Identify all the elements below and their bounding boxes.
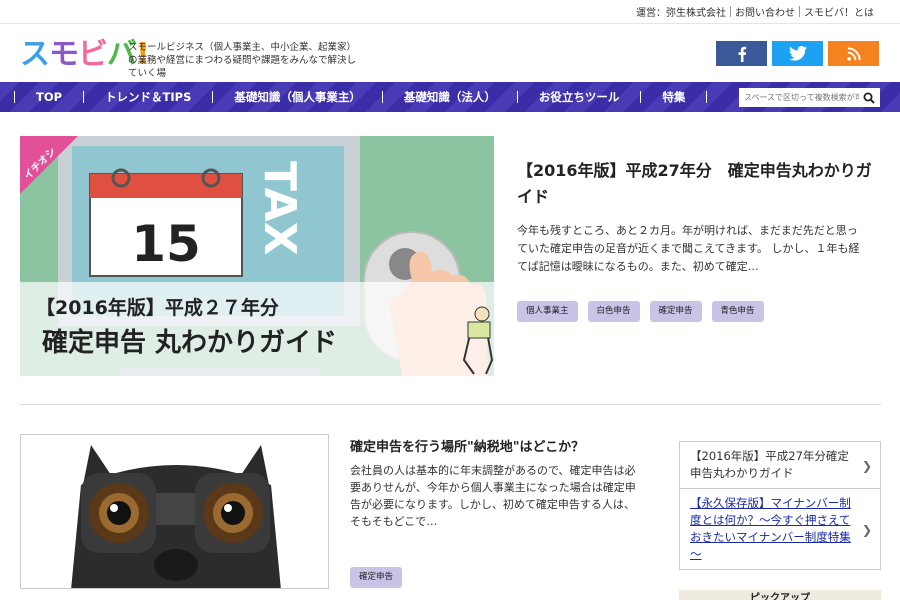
utility-bar: 運営：弥生株式会社 お問い合わせ スモビバ！とは xyxy=(0,0,900,24)
featured-image[interactable]: 15 TAX イチオシ 【2016年版】平成２７年分 確定申告 丸わかりガイド xyxy=(20,136,494,376)
nav-separator xyxy=(381,91,383,103)
tag[interactable]: 個人事業主 xyxy=(517,301,578,322)
logo-char: ス xyxy=(20,37,50,72)
article-tags: 確定申告 xyxy=(350,567,403,588)
section-divider xyxy=(20,404,881,405)
nav-item-basics-individual[interactable]: 基礎知識（個人事業主） xyxy=(212,82,382,112)
tag[interactable]: 青色申告 xyxy=(711,301,764,322)
nav-separator xyxy=(14,91,15,103)
article-thumbnail[interactable] xyxy=(20,434,329,589)
nav-separator xyxy=(516,91,518,103)
banner-line2: 確定申告 丸わかりガイド xyxy=(42,327,337,358)
sidebar-item-label: 【永久保存版】マイナンバー制度とは何か？～今すぐ押さえておきたいマイナンバー制度… xyxy=(690,496,851,561)
featured-tags: 個人事業主 白色申告 確定申告 青色申告 xyxy=(517,301,764,322)
sidebar-item-label: 【2016年版】平成27年分確定申告丸わかりガイド xyxy=(690,449,849,480)
nav-separator xyxy=(706,91,708,103)
nav-item-top[interactable]: TOP xyxy=(14,82,83,112)
twitter-icon xyxy=(788,46,807,61)
sidebar-list: 【2016年版】平成27年分確定申告丸わかりガイド ❯ 【永久保存版】マイナンバ… xyxy=(679,441,881,570)
nav-item-trend[interactable]: トレンド＆TIPS xyxy=(83,82,212,112)
chevron-right-icon: ❯ xyxy=(861,523,872,537)
pickup-heading: ピックアップ xyxy=(679,590,881,600)
tax-calendar-illustration: 15 TAX イチオシ 【2016年版】平成２７年分 確定申告 丸わかりガイド xyxy=(20,136,494,376)
featured-excerpt: 今年も残すところ、あと２カ月。年が明ければ、まだまだ先だと思っていた確定申告の足… xyxy=(517,224,860,273)
article-title[interactable]: 確定申告を行う場所"納税地"はどこか？ xyxy=(350,436,584,455)
site-tagline: スモールビジネス（個人事業主、中小企業、起業家）の業務や経営にまつわる疑問や課題… xyxy=(128,42,357,79)
nav-item-label: 基礎知識（個人事業主） xyxy=(234,90,361,104)
tag[interactable]: 確定申告 xyxy=(649,301,702,322)
nav-item-feature[interactable]: 特集 xyxy=(640,82,728,112)
chevron-right-icon: ❯ xyxy=(861,459,872,473)
banner-line1: 【2016年版】平成２７年分 xyxy=(36,296,279,319)
contact-link[interactable]: お問い合わせ xyxy=(731,4,799,19)
nav-item-label: 特集 xyxy=(662,90,686,104)
search-box xyxy=(739,88,880,107)
article-excerpt: 会社員の人は基本的に年末調整があるので、確定申告は必要ありせんが、今年から個人事… xyxy=(350,464,636,528)
search-icon xyxy=(863,92,875,104)
nav-separator xyxy=(212,91,214,103)
main-nav: TOP トレンド＆TIPS 基礎知識（個人事業主） 基礎知識（法人） お役立ちツ… xyxy=(0,82,900,112)
twitter-button[interactable] xyxy=(772,41,823,66)
facebook-icon xyxy=(738,46,746,62)
logo-char: ビ xyxy=(78,37,108,72)
nav-item-basics-corporate[interactable]: 基礎知識（法人） xyxy=(381,82,517,112)
nav-item-label: TOP xyxy=(36,90,63,104)
search-button[interactable] xyxy=(859,88,879,107)
nav-item-tools[interactable]: お役立ちツール xyxy=(516,82,641,112)
sidebar-item[interactable]: 【2016年版】平成27年分確定申告丸わかりガイド ❯ xyxy=(680,442,880,489)
nav-separator xyxy=(83,91,85,103)
tag[interactable]: 白色申告 xyxy=(587,301,640,322)
nav-item-label: トレンド＆TIPS xyxy=(105,90,192,104)
calendar-day: 15 xyxy=(131,215,201,273)
nav-item-label: お役立ちツール xyxy=(538,90,620,104)
facebook-button[interactable] xyxy=(716,41,767,66)
tax-text: TAX xyxy=(254,161,305,256)
dog-binoculars-illustration xyxy=(21,435,328,588)
featured-title[interactable]: 【2016年版】平成27年分 確定申告丸わかりガイド xyxy=(517,158,877,210)
about-link[interactable]: スモビバ！とは xyxy=(800,4,878,19)
operator-link[interactable]: 運営：弥生株式会社 xyxy=(632,4,730,19)
tag[interactable]: 確定申告 xyxy=(350,567,403,588)
rss-button[interactable] xyxy=(828,41,879,66)
rss-icon xyxy=(846,46,861,61)
nav-item-label: 基礎知識（法人） xyxy=(403,90,496,104)
social-buttons xyxy=(716,41,879,66)
search-input[interactable] xyxy=(739,89,859,106)
logo-char: モ xyxy=(49,37,79,72)
site-header: スモビバ! スモールビジネス（個人事業主、中小企業、起業家）の業務や経営にまつわ… xyxy=(0,24,900,82)
nav-separator xyxy=(640,91,642,103)
sidebar-item[interactable]: 【永久保存版】マイナンバー制度とは何か？～今すぐ押さえておきたいマイナンバー制度… xyxy=(680,489,880,569)
